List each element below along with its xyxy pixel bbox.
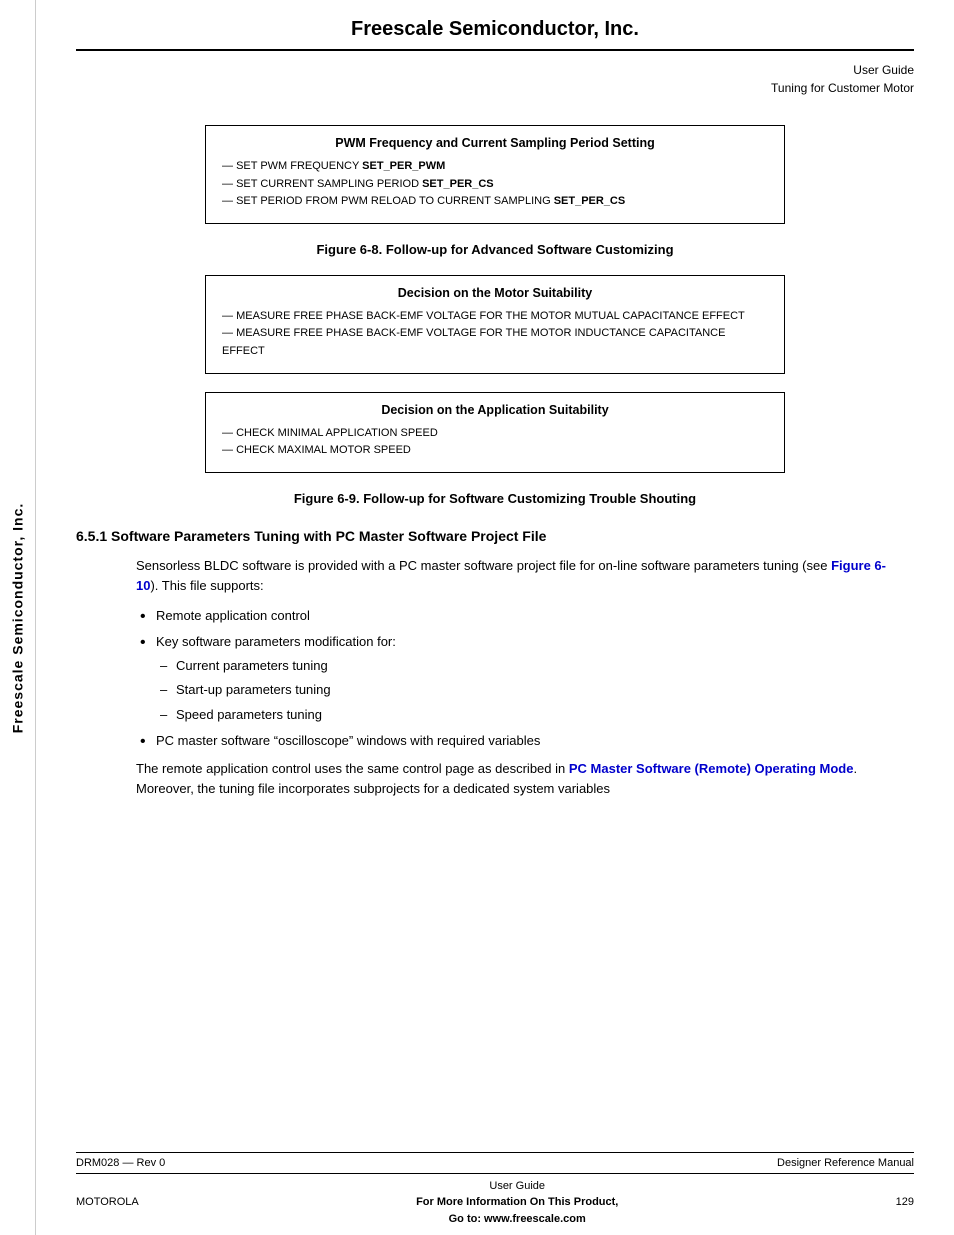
body-para-2-before: The remote application control uses the … <box>136 761 569 776</box>
body-para-1-after: ). This file supports: <box>150 578 263 593</box>
app-item-1: CHECK MINIMAL APPLICATION SPEED <box>222 425 768 443</box>
sub-item-1: Current parameters tuning <box>176 656 894 676</box>
footer-bottom: MOTOROLA User Guide For More Information… <box>76 1173 914 1235</box>
footer-center-line1: User Guide <box>416 1178 618 1195</box>
footer-center-line3: Go to: www.freescale.com <box>416 1211 618 1228</box>
page-footer: DRM028 — Rev 0 Designer Reference Manual… <box>36 1152 954 1235</box>
footer-top: DRM028 — Rev 0 Designer Reference Manual <box>76 1152 914 1173</box>
guide-type: User Guide <box>76 61 914 79</box>
page-header: Freescale Semiconductor, Inc. <box>76 0 914 51</box>
app-item-2: CHECK MAXIMAL MOTOR SPEED <box>222 442 768 460</box>
pwm-item-2: SET CURRENT SAMPLING PERIOD SET_PER_CS <box>222 176 768 194</box>
bullet-item-3-text: PC master software “oscilloscope” window… <box>156 733 540 748</box>
footer-bottom-right: 129 <box>896 1196 914 1208</box>
pwm-item-3: SET PERIOD FROM PWM RELOAD TO CURRENT SA… <box>222 193 768 211</box>
footer-center-line2: For More Information On This Product, <box>416 1194 618 1211</box>
bullet-item-1: Remote application control <box>156 606 894 626</box>
footer-bottom-left: MOTOROLA <box>76 1196 139 1208</box>
body-para-2: The remote application control uses the … <box>76 759 914 799</box>
motor-item-2: MEASURE FREE PHASE BACK-EMF VOLTAGE FOR … <box>222 325 768 360</box>
sub-item-3: Speed parameters tuning <box>176 705 894 725</box>
footer-left: DRM028 — Rev 0 <box>76 1157 165 1169</box>
sub-item-1-text: Current parameters tuning <box>176 658 328 673</box>
application-box-title: Decision on the Application Suitability <box>222 403 768 417</box>
sub-item-2: Start-up parameters tuning <box>176 680 894 700</box>
application-box: Decision on the Application Suitability … <box>205 392 785 473</box>
header-right: User Guide Tuning for Customer Motor <box>76 57 914 107</box>
figure-8-caption: Figure 6-8. Follow-up for Advanced Softw… <box>76 242 914 257</box>
motor-box: Decision on the Motor Suitability MEASUR… <box>205 275 785 374</box>
bullet-item-2-text: Key software parameters modification for… <box>156 634 396 649</box>
motor-item-1: MEASURE FREE PHASE BACK-EMF VOLTAGE FOR … <box>222 308 768 326</box>
pc-master-link[interactable]: PC Master Software (Remote) Operating Mo… <box>569 761 854 776</box>
main-content: Freescale Semiconductor, Inc. User Guide… <box>36 0 954 799</box>
body-para-1-before: Sensorless BLDC software is provided wit… <box>136 558 831 573</box>
motor-box-title: Decision on the Motor Suitability <box>222 286 768 300</box>
body-para-1: Sensorless BLDC software is provided wit… <box>76 556 914 596</box>
pwm-item-1: SET PWM FREQUENCY SET_PER_PWM <box>222 158 768 176</box>
sidebar: Freescale Semiconductor, Inc. <box>0 0 36 1235</box>
company-title: Freescale Semiconductor, Inc. <box>76 18 914 41</box>
guide-subtitle: Tuning for Customer Motor <box>76 79 914 97</box>
bullet-item-2: Key software parameters modification for… <box>156 632 894 725</box>
bullet-item-3: PC master software “oscilloscope” window… <box>156 731 894 751</box>
pwm-box-title: PWM Frequency and Current Sampling Perio… <box>222 136 768 150</box>
pwm-box: PWM Frequency and Current Sampling Perio… <box>205 125 785 224</box>
bullet-list: Remote application control Key software … <box>76 606 914 751</box>
figure-9-caption: Figure 6-9. Follow-up for Software Custo… <box>76 491 914 506</box>
sidebar-text: Freescale Semiconductor, Inc. <box>10 502 26 733</box>
footer-right: Designer Reference Manual <box>777 1157 914 1169</box>
sub-item-2-text: Start-up parameters tuning <box>176 682 331 697</box>
footer-bottom-center: User Guide For More Information On This … <box>416 1178 618 1228</box>
sub-list-1: Current parameters tuning Start-up param… <box>156 656 894 724</box>
sub-item-3-text: Speed parameters tuning <box>176 707 322 722</box>
bullet-item-1-text: Remote application control <box>156 608 310 623</box>
section-heading: 6.5.1 Software Parameters Tuning with PC… <box>76 528 914 544</box>
